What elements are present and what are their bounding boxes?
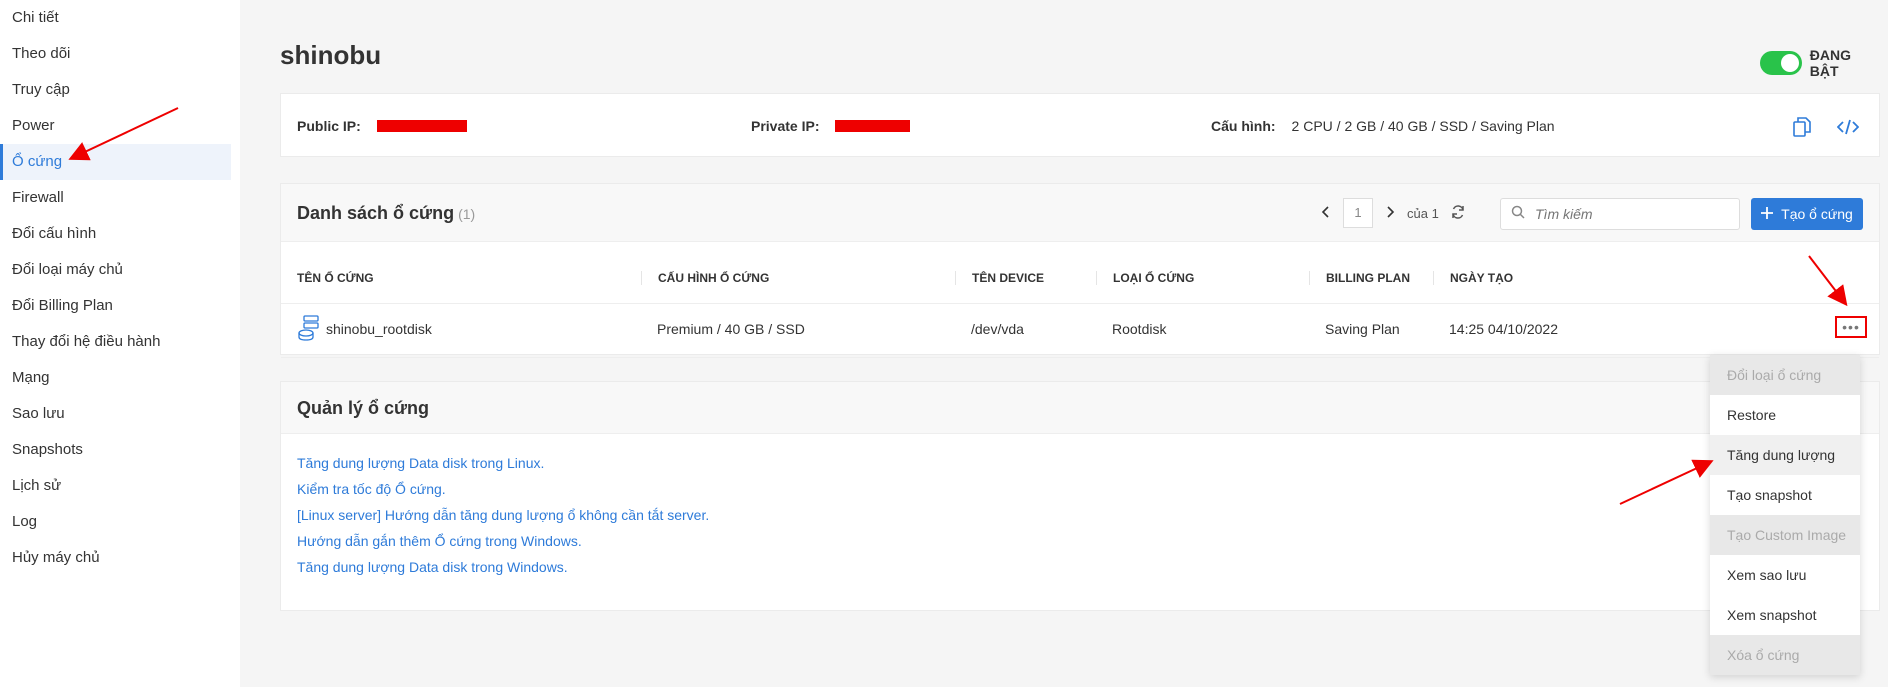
disk-count: (1) bbox=[458, 206, 476, 222]
power-status: ĐANG BẬT bbox=[1760, 47, 1880, 79]
sidebar-item-backup[interactable]: Sao lưu bbox=[0, 396, 231, 432]
private-ip-redacted bbox=[835, 120, 911, 132]
menu-item-change-disk-type[interactable]: Đổi loại ổ cứng bbox=[1710, 355, 1860, 395]
public-ip-label: Public IP: bbox=[297, 118, 361, 134]
power-status-label: ĐANG BẬT bbox=[1809, 47, 1852, 79]
code-icon[interactable] bbox=[1837, 116, 1859, 138]
sidebar-item-access[interactable]: Truy cập bbox=[0, 72, 231, 108]
disk-list-header: Danh sách ổ cứng (1) 1 của 1 Tìm kiếm Tạ… bbox=[281, 184, 1879, 242]
sidebar-item-resize[interactable]: Đổi cấu hình bbox=[0, 216, 231, 252]
page-title: shinobu bbox=[280, 40, 382, 70]
search-icon bbox=[1511, 205, 1525, 223]
sidebar-item-destroy[interactable]: Hủy máy chủ bbox=[0, 540, 231, 576]
column-header-device[interactable]: TÊN DEVICE bbox=[955, 271, 1044, 285]
sidebar-item-firewall[interactable]: Firewall bbox=[0, 180, 231, 216]
refresh-icon[interactable] bbox=[1451, 204, 1465, 222]
disk-icon bbox=[297, 315, 319, 345]
disk-list-title: Danh sách ổ cứng (1) bbox=[297, 203, 475, 224]
chevron-right-icon[interactable] bbox=[1385, 205, 1395, 221]
private-ip-label: Private IP: bbox=[751, 118, 820, 134]
sidebar-item-log[interactable]: Log bbox=[0, 504, 231, 540]
sidebar-item-disk[interactable]: Ổ cứng bbox=[0, 144, 231, 180]
page-number[interactable]: 1 bbox=[1343, 198, 1373, 228]
disk-created: 14:25 04/10/2022 bbox=[1449, 321, 1558, 337]
manage-links: Tăng dung lượng Data disk trong Linux. K… bbox=[281, 434, 1879, 596]
info-actions bbox=[1791, 116, 1859, 138]
search-input[interactable] bbox=[1535, 206, 1725, 222]
copy-icon[interactable] bbox=[1791, 116, 1813, 138]
disk-actions-menu: Đổi loại ổ cứng Restore Tăng dung lượng … bbox=[1710, 355, 1860, 675]
menu-item-create-custom-image[interactable]: Tạo Custom Image bbox=[1710, 515, 1860, 555]
config-info: Cấu hình: 2 CPU / 2 GB / 40 GB / SSD / S… bbox=[1211, 118, 1555, 134]
menu-item-view-backup[interactable]: Xem sao lưu bbox=[1710, 555, 1860, 595]
private-ip: Private IP: bbox=[751, 118, 911, 134]
manage-header: Quản lý ổ cứng bbox=[281, 382, 1879, 434]
public-ip: Public IP: bbox=[297, 118, 467, 134]
search-box bbox=[1500, 198, 1740, 230]
create-disk-label: Tạo ổ cứng bbox=[1781, 206, 1853, 222]
sidebar-item-history[interactable]: Lịch sử bbox=[0, 468, 231, 504]
menu-item-delete-disk[interactable]: Xóa ổ cứng bbox=[1710, 635, 1860, 675]
column-header-name[interactable]: TÊN Ổ CỨNG bbox=[297, 271, 374, 285]
power-toggle[interactable] bbox=[1760, 51, 1802, 75]
server-info-card: Public IP: Private IP: Cấu hình: 2 CPU /… bbox=[280, 93, 1880, 157]
sidebar-item-snapshots[interactable]: Snapshots bbox=[0, 432, 231, 468]
page-of-label: của 1 bbox=[1407, 205, 1439, 221]
disk-list-card: Danh sách ổ cứng (1) 1 của 1 Tìm kiếm Tạ… bbox=[280, 183, 1880, 358]
column-header-billing[interactable]: BILLING PLAN bbox=[1309, 271, 1410, 285]
disk-name: shinobu_rootdisk bbox=[326, 321, 432, 337]
sidebar-item-detail[interactable]: Chi tiết bbox=[0, 0, 231, 36]
link-linux-data-disk[interactable]: Tăng dung lượng Data disk trong Linux. bbox=[297, 450, 1863, 476]
disk-config: Premium / 40 GB / SSD bbox=[657, 321, 805, 337]
sidebar: Chi tiết Theo dõi Truy cập Power Ổ cứng … bbox=[0, 0, 240, 687]
menu-item-create-snapshot[interactable]: Tạo snapshot bbox=[1710, 475, 1860, 515]
column-header-type[interactable]: LOẠI Ổ CỨNG bbox=[1096, 271, 1194, 285]
disk-type: Rootdisk bbox=[1112, 321, 1167, 337]
plus-icon bbox=[1761, 206, 1774, 222]
config-label: Cấu hình: bbox=[1211, 118, 1276, 134]
menu-item-view-snapshot[interactable]: Xem snapshot bbox=[1710, 595, 1860, 635]
disk-manage-card: Quản lý ổ cứng Tăng dung lượng Data disk… bbox=[280, 381, 1880, 611]
link-linux-online-resize[interactable]: [Linux server] Hướng dẫn tăng dung lượng… bbox=[297, 502, 1863, 528]
sidebar-item-server-type[interactable]: Đổi loại máy chủ bbox=[0, 252, 231, 288]
sidebar-item-monitor[interactable]: Theo dõi bbox=[0, 36, 231, 72]
link-windows-attach[interactable]: Hướng dẫn gắn thêm Ổ cứng trong Windows. bbox=[297, 528, 1863, 554]
link-windows-data-disk[interactable]: Tăng dung lượng Data disk trong Windows. bbox=[297, 554, 1863, 580]
menu-item-increase-size[interactable]: Tăng dung lượng bbox=[1710, 435, 1860, 475]
config-value: 2 CPU / 2 GB / 40 GB / SSD / Saving Plan bbox=[1291, 118, 1555, 134]
manage-title: Quản lý ổ cứng bbox=[297, 398, 430, 418]
chevron-left-icon[interactable] bbox=[1321, 205, 1331, 221]
sidebar-item-billing-plan[interactable]: Đổi Billing Plan bbox=[0, 288, 231, 324]
disk-device: /dev/vda bbox=[971, 321, 1024, 337]
disk-table-header: TÊN Ổ CỨNG CẤU HÌNH Ổ CỨNG TÊN DEVICE LO… bbox=[281, 242, 1879, 304]
public-ip-redacted bbox=[376, 120, 467, 132]
table-row: shinobu_rootdisk Premium / 40 GB / SSD /… bbox=[281, 304, 1879, 358]
column-header-config[interactable]: CẤU HÌNH Ổ CỨNG bbox=[641, 271, 769, 285]
create-disk-button[interactable]: Tạo ổ cứng bbox=[1751, 198, 1863, 230]
pagination: 1 của 1 bbox=[1321, 198, 1465, 228]
menu-item-restore[interactable]: Restore bbox=[1710, 395, 1860, 435]
disk-list-title-text: Danh sách ổ cứng bbox=[297, 203, 455, 223]
link-disk-speed[interactable]: Kiểm tra tốc độ Ổ cứng. bbox=[297, 476, 1863, 502]
disk-billing: Saving Plan bbox=[1325, 321, 1400, 337]
column-header-created[interactable]: NGÀY TẠO bbox=[1433, 271, 1513, 285]
sidebar-item-power[interactable]: Power bbox=[0, 108, 231, 144]
more-icon[interactable]: ••• bbox=[1835, 316, 1867, 338]
sidebar-item-network[interactable]: Mạng bbox=[0, 360, 231, 396]
sidebar-item-rebuild-os[interactable]: Thay đổi hệ điều hành bbox=[0, 324, 231, 360]
